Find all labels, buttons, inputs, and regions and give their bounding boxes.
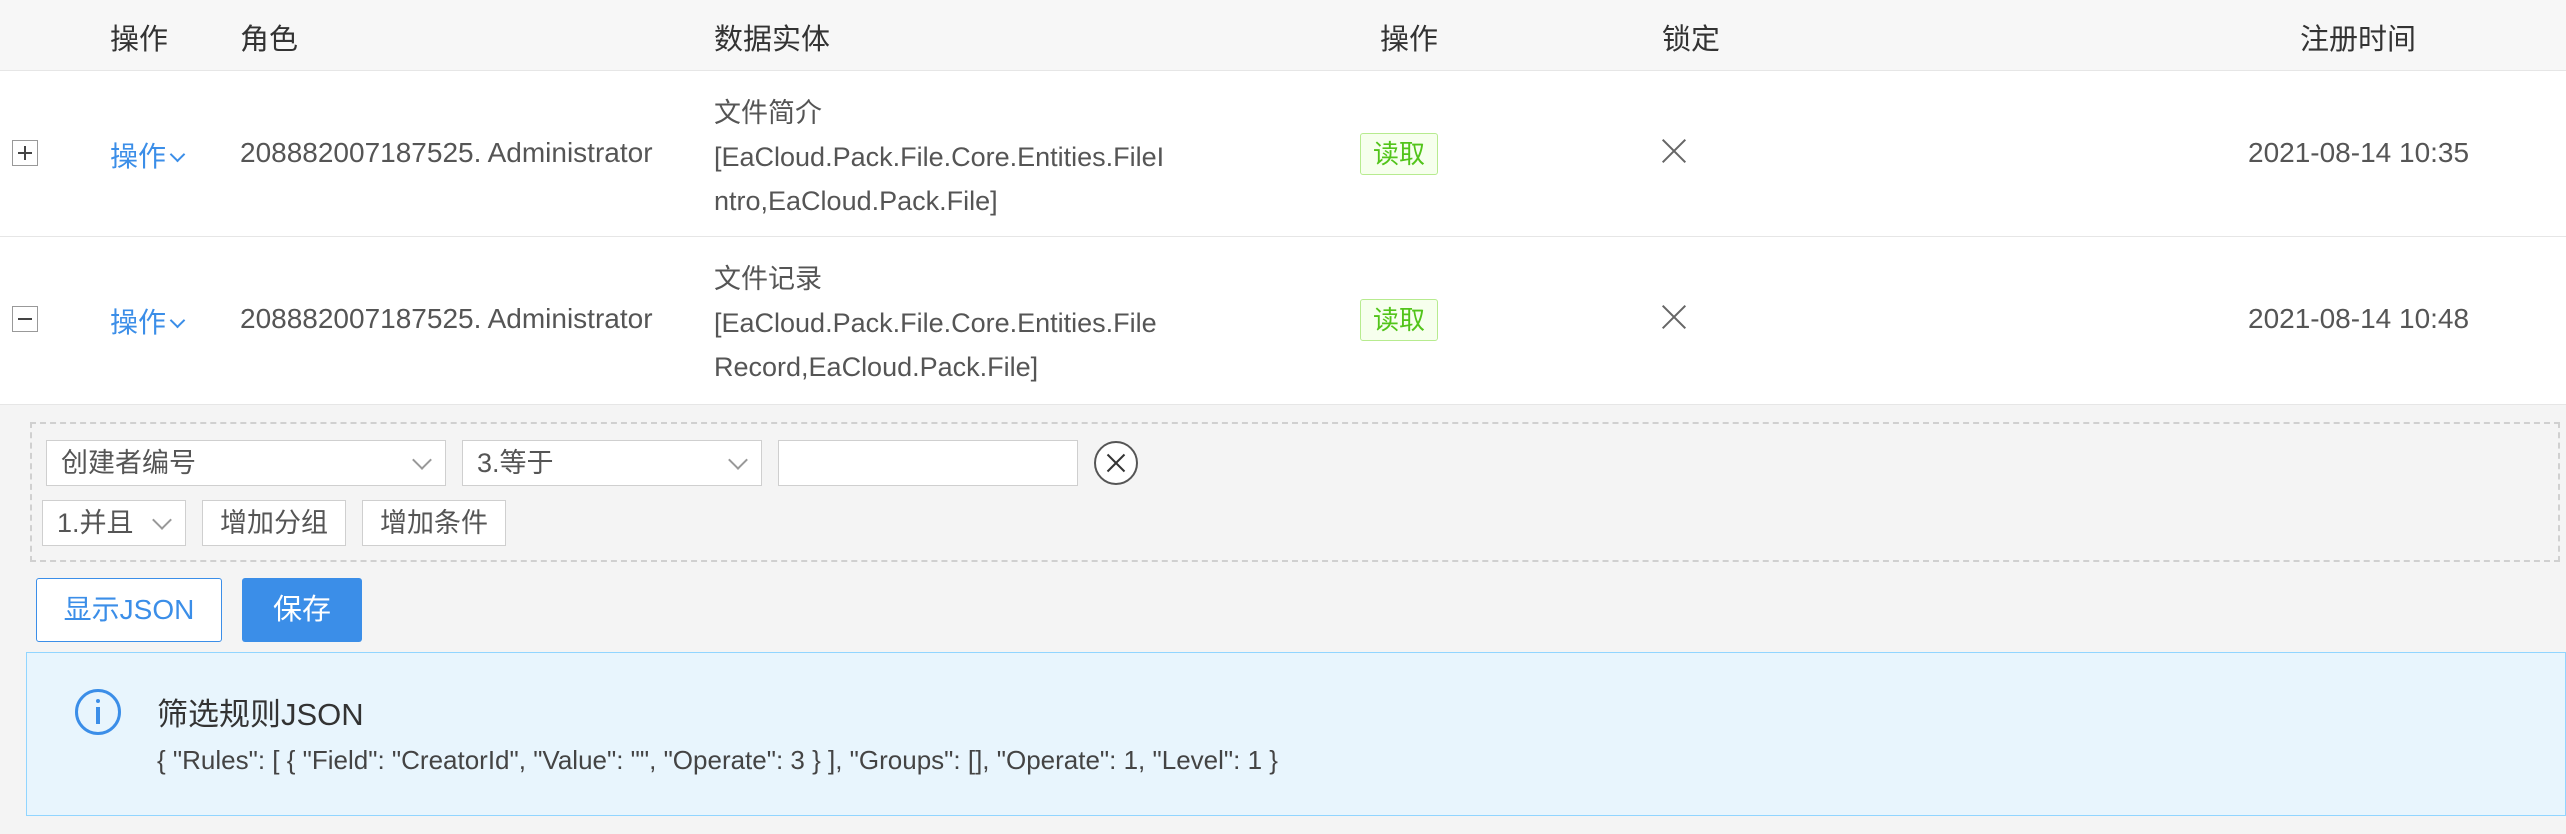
alert-json-text: { "Rules": [ { "Field": "CreatorId", "Va… [157, 745, 1278, 775]
chevron-down-icon [728, 450, 748, 470]
alert-title: 筛选规则JSON [157, 697, 364, 732]
entity-type-line2: Record,EaCloud.Pack.File] [714, 352, 1039, 382]
table-header: 操作 角色 数据实体 操作 锁定 注册时间 [0, 0, 2566, 71]
group-operator-select[interactable]: 1.并且 [42, 500, 186, 546]
chevron-down-icon [412, 450, 432, 470]
row-action-label: 操作 [110, 307, 167, 338]
table-row: 操作 208882007187525. Administrator 文件简介 [… [0, 71, 2566, 237]
operate-tag: 读取 [1360, 299, 1438, 341]
filter-rule-group: 创建者编号 3.等于 1.并且 增加分组 增加条件 [30, 422, 2560, 562]
collapse-row-button[interactable] [12, 306, 38, 332]
row-action-dropdown[interactable]: 操作 [110, 135, 186, 175]
group-operator-value: 1.并且 [57, 508, 134, 538]
entity-type-line1: [EaCloud.Pack.File.Core.Entities.File [714, 308, 1157, 338]
chevron-down-icon [152, 510, 172, 530]
add-condition-button[interactable]: 增加条件 [362, 500, 506, 546]
operator-select-value: 3.等于 [477, 448, 554, 478]
header-operate: 操作 [1380, 24, 1439, 56]
row-action-label: 操作 [110, 141, 167, 172]
save-button[interactable]: 保存 [242, 578, 362, 642]
table-row: 操作 208882007187525. Administrator 文件记录 [… [0, 237, 2566, 405]
header-op: 操作 [110, 24, 169, 56]
header-role: 角色 [240, 24, 299, 56]
entity-type-line2: ntro,EaCloud.Pack.File] [714, 186, 998, 216]
operator-select[interactable]: 3.等于 [462, 440, 762, 486]
header-register-time: 注册时间 [2300, 24, 2417, 56]
field-select-value: 创建者编号 [61, 448, 196, 478]
chevron-down-icon [169, 312, 186, 329]
header-lock: 锁定 [1662, 24, 1721, 56]
close-icon [1660, 137, 1688, 165]
expand-row-button[interactable] [12, 140, 38, 166]
filter-json-alert: 筛选规则JSON { "Rules": [ { "Field": "Creato… [26, 652, 2566, 816]
entity-name: 文件记录 [714, 264, 822, 294]
add-group-button[interactable]: 增加分组 [202, 500, 346, 546]
time-cell: 2021-08-14 10:35 [2248, 137, 2470, 168]
chevron-down-icon [169, 146, 186, 163]
time-cell: 2021-08-14 10:48 [2248, 303, 2470, 334]
entity-name: 文件简介 [714, 98, 822, 128]
row-action-dropdown[interactable]: 操作 [110, 301, 186, 341]
value-input[interactable] [778, 440, 1078, 486]
entity-cell: 文件简介 [EaCloud.Pack.File.Core.Entities.Fi… [714, 91, 1184, 223]
close-icon [1660, 303, 1688, 331]
entity-cell: 文件记录 [EaCloud.Pack.File.Core.Entities.Fi… [714, 257, 1184, 389]
entity-type-line1: [EaCloud.Pack.File.Core.Entities.FileI [714, 142, 1165, 172]
role-cell: 208882007187525. Administrator [240, 303, 653, 334]
role-cell: 208882007187525. Administrator [240, 137, 653, 168]
field-select[interactable]: 创建者编号 [46, 440, 446, 486]
operate-tag: 读取 [1360, 133, 1438, 175]
info-icon [75, 689, 121, 735]
header-entity: 数据实体 [714, 24, 831, 56]
show-json-button[interactable]: 显示JSON [36, 578, 222, 642]
remove-condition-button[interactable] [1094, 441, 1138, 485]
